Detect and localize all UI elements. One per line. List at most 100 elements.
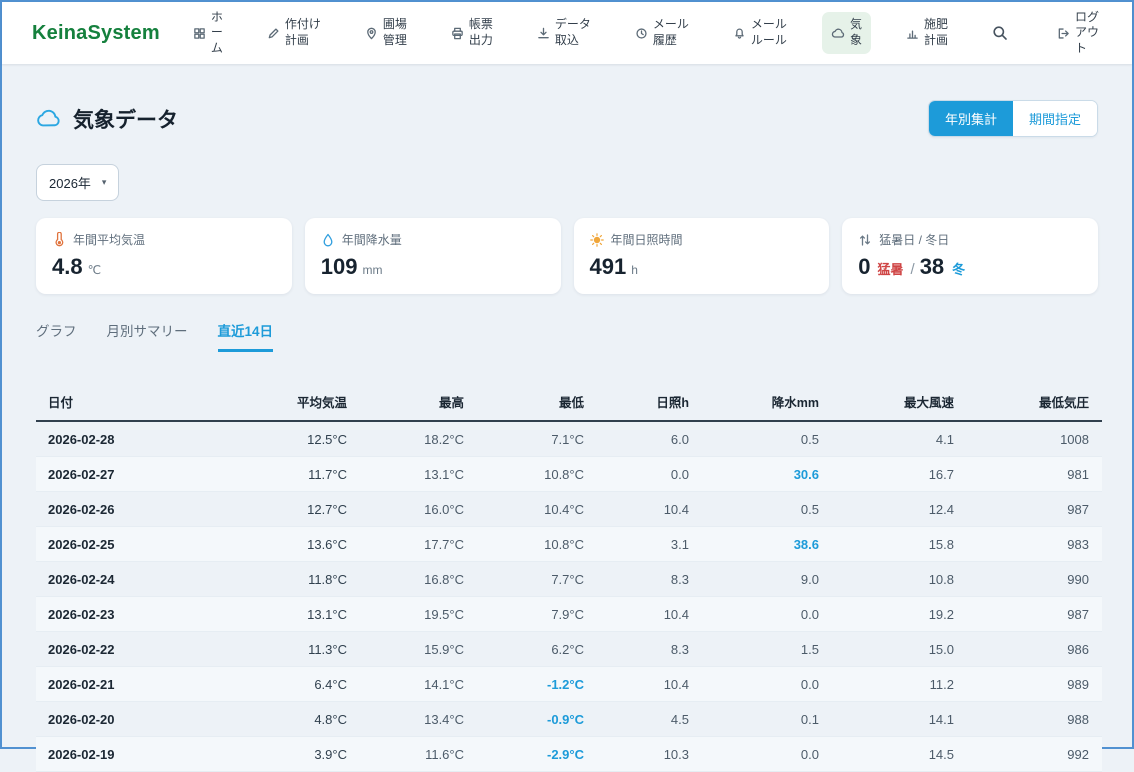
nav-label-line: ム bbox=[211, 41, 223, 57]
view-toggle: 年別集計 期間指定 bbox=[928, 100, 1098, 137]
pencil-icon bbox=[267, 27, 280, 40]
value-cell: 0.1 bbox=[689, 702, 819, 737]
nav-item-mail-rules[interactable]: メールルール bbox=[724, 12, 796, 53]
nav-item-mail-history[interactable]: メール履歴 bbox=[626, 12, 698, 53]
weather-table: 日付平均気温最高最低日照h降水mm最大風速最低気圧 2026-02-2812.5… bbox=[36, 382, 1102, 772]
logout-icon bbox=[1057, 27, 1070, 40]
nav-item-fertilization-plan[interactable]: 施肥計画 bbox=[897, 12, 957, 53]
stat-part-cold: 冬 bbox=[952, 259, 965, 278]
date-cell: 2026-02-28 bbox=[36, 421, 232, 457]
value-cell: 16.0°C bbox=[347, 492, 464, 527]
value-cell: 6.4°C bbox=[232, 667, 347, 702]
cloud-icon bbox=[831, 27, 845, 40]
nav-label-line: 作付け bbox=[285, 17, 321, 33]
value-cell: 990 bbox=[954, 562, 1102, 597]
nav-label-line: 象 bbox=[850, 33, 862, 49]
value-cell: 17.7°C bbox=[347, 527, 464, 562]
nav-item-weather[interactable]: 気象 bbox=[822, 12, 871, 53]
value-cell: 4.1 bbox=[819, 421, 954, 457]
weather-table-head-row: 日付平均気温最高最低日照h降水mm最大風速最低気圧 bbox=[36, 382, 1102, 421]
date-cell: 2026-02-24 bbox=[36, 562, 232, 597]
stat-card-extreme-days: 猛暑日 / 冬日 0猛暑 / 38冬 bbox=[842, 218, 1098, 294]
value-cell: -0.9°C bbox=[464, 702, 584, 737]
value-cell: 983 bbox=[954, 527, 1102, 562]
stat-part-hot: 猛暑 bbox=[878, 259, 904, 278]
search-icon bbox=[992, 25, 1008, 41]
value-cell: -1.2°C bbox=[464, 667, 584, 702]
value-cell: 10.4 bbox=[584, 597, 689, 632]
nav-item-field-management[interactable]: 圃場管理 bbox=[356, 12, 416, 53]
value-cell: 12.7°C bbox=[232, 492, 347, 527]
year-select-value: 2026年 bbox=[49, 173, 91, 192]
stat-part-num: 38 bbox=[920, 254, 944, 280]
stat-label: 猛暑日 / 冬日 bbox=[879, 231, 949, 248]
stat-unit: h bbox=[631, 263, 638, 277]
tab-monthly-summary[interactable]: 月別サマリー bbox=[107, 320, 188, 352]
value-cell: 988 bbox=[954, 702, 1102, 737]
nav-item-logout[interactable]: ログアウト bbox=[1048, 5, 1108, 62]
value-cell: 11.2 bbox=[819, 667, 954, 702]
date-cell: 2026-02-27 bbox=[36, 457, 232, 492]
value-cell: 10.8°C bbox=[464, 527, 584, 562]
nav-label-line: 施肥 bbox=[924, 17, 948, 33]
printer-icon bbox=[451, 27, 464, 40]
stat-label: 年間日照時間 bbox=[611, 231, 683, 248]
date-cell: 2026-02-26 bbox=[36, 492, 232, 527]
weather-table-body: 2026-02-2812.5°C18.2°C7.1°C6.00.54.11008… bbox=[36, 421, 1102, 772]
column-header: 降水mm bbox=[689, 382, 819, 421]
value-cell: 10.8 bbox=[819, 562, 954, 597]
table-row: 2026-02-2211.3°C15.9°C6.2°C8.31.515.0986 bbox=[36, 632, 1102, 667]
stat-value: 491 bbox=[590, 254, 627, 280]
tab-last-14-days[interactable]: 直近14日 bbox=[218, 320, 274, 352]
table-row: 2026-02-2812.5°C18.2°C7.1°C6.00.54.11008 bbox=[36, 421, 1102, 457]
year-select[interactable]: 2026年 ▾ bbox=[36, 164, 119, 201]
stat-part-num: 0 bbox=[858, 254, 870, 280]
column-header: 日照h bbox=[584, 382, 689, 421]
nav-label-line: ログ bbox=[1075, 10, 1099, 26]
nav-item-home[interactable]: ホーム bbox=[184, 5, 232, 62]
nav-item-report-output[interactable]: 帳票出力 bbox=[442, 12, 502, 53]
date-cell: 2026-02-22 bbox=[36, 632, 232, 667]
main-content: 気象データ 年別集計 期間指定 2026年 ▾ 年間平均気温 4.8 ℃ 年間降… bbox=[2, 64, 1132, 772]
value-cell: 0.5 bbox=[689, 421, 819, 457]
main-nav: ホーム 作付け計画 圃場管理 帳票出力 データ取込 メール履歴 メールルール bbox=[184, 5, 1108, 62]
value-cell: 10.4°C bbox=[464, 492, 584, 527]
value-cell: 987 bbox=[954, 597, 1102, 632]
column-header: 最低 bbox=[464, 382, 584, 421]
value-cell: 19.5°C bbox=[347, 597, 464, 632]
stat-value: 4.8 bbox=[52, 254, 83, 280]
nav-item-planting-plan[interactable]: 作付け計画 bbox=[258, 12, 330, 53]
value-cell: 0.0 bbox=[689, 737, 819, 772]
nav-item-data-import[interactable]: データ取込 bbox=[528, 12, 600, 53]
value-cell: 11.6°C bbox=[347, 737, 464, 772]
column-header: 最低気圧 bbox=[954, 382, 1102, 421]
stat-parts-value: 0猛暑 / 38冬 bbox=[858, 254, 1082, 280]
brand-logo[interactable]: KeinaSystem bbox=[32, 22, 160, 45]
top-navbar: KeinaSystem ホーム 作付け計画 圃場管理 帳票出力 データ取込 メー… bbox=[2, 2, 1132, 64]
value-cell: 18.2°C bbox=[347, 421, 464, 457]
value-cell: 30.6 bbox=[689, 457, 819, 492]
stat-label: 年間平均気温 bbox=[73, 231, 145, 248]
toggle-period-button[interactable]: 期間指定 bbox=[1013, 101, 1097, 136]
value-cell: 986 bbox=[954, 632, 1102, 667]
stat-card-avg-temp: 年間平均気温 4.8 ℃ bbox=[36, 218, 292, 294]
value-cell: 6.2°C bbox=[464, 632, 584, 667]
nav-label-line: ー bbox=[211, 25, 223, 41]
table-row: 2026-02-204.8°C13.4°C-0.9°C4.50.114.1988 bbox=[36, 702, 1102, 737]
value-cell: 7.1°C bbox=[464, 421, 584, 457]
nav-item-search[interactable] bbox=[983, 20, 1022, 46]
cloud-icon bbox=[36, 109, 63, 128]
value-cell: 7.9°C bbox=[464, 597, 584, 632]
toggle-yearly-button[interactable]: 年別集計 bbox=[929, 101, 1013, 136]
stat-unit: ℃ bbox=[88, 263, 101, 277]
value-cell: 9.0 bbox=[689, 562, 819, 597]
value-cell: -2.9°C bbox=[464, 737, 584, 772]
value-cell: 10.4 bbox=[584, 667, 689, 702]
stat-label: 年間降水量 bbox=[342, 231, 402, 248]
value-cell: 992 bbox=[954, 737, 1102, 772]
value-cell: 989 bbox=[954, 667, 1102, 702]
tab-graph[interactable]: グラフ bbox=[36, 320, 77, 352]
nav-label-line: メール bbox=[751, 17, 787, 33]
value-cell: 7.7°C bbox=[464, 562, 584, 597]
nav-label-line: 取込 bbox=[555, 33, 591, 49]
